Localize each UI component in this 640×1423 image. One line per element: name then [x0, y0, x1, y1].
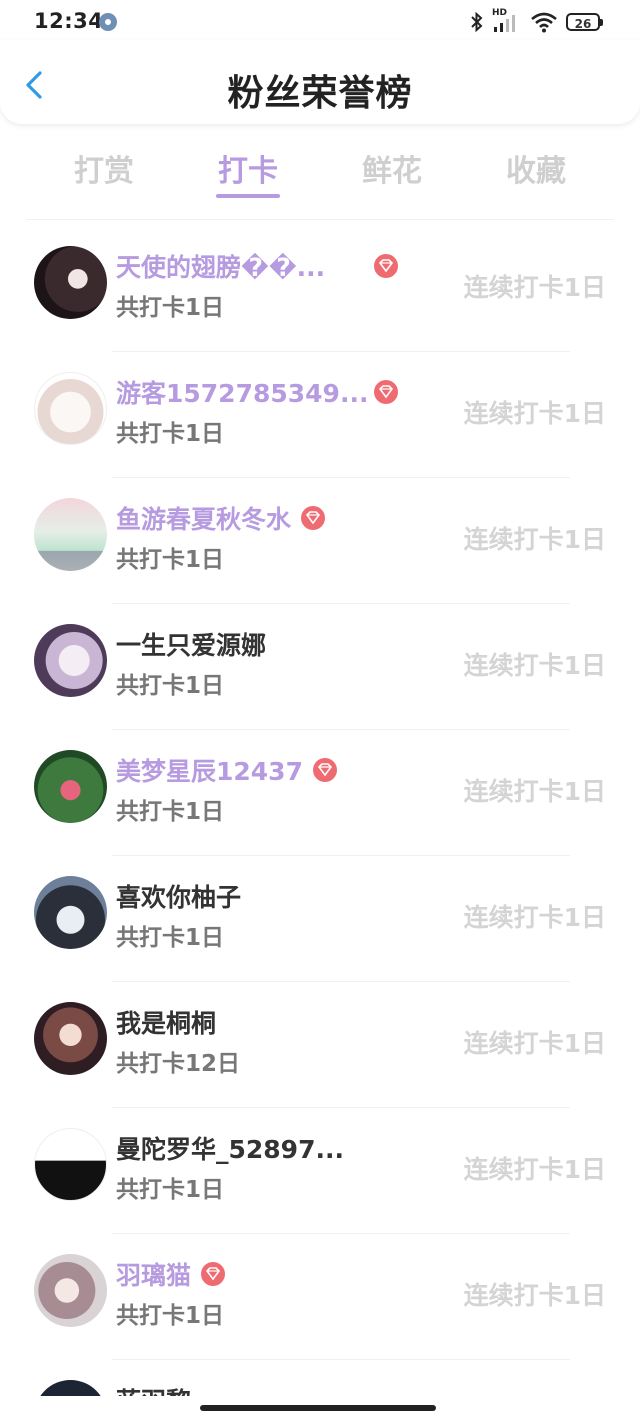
active-tab-indicator	[216, 194, 280, 198]
tab-reward[interactable]: 打赏	[44, 146, 164, 190]
avatar[interactable]	[34, 498, 107, 571]
total-checkins: 共打卡1日	[116, 1177, 225, 1203]
fan-list: 天使的翅膀��... 共打卡1日 连续打卡1日 游客1572785349... …	[0, 226, 640, 1406]
settings-gear-icon	[99, 13, 117, 31]
diamond-icon	[374, 380, 398, 404]
streak-checkins: 连续打卡1日	[463, 903, 606, 932]
header: 粉丝荣誉榜	[0, 40, 640, 124]
streak-checkins: 连续打卡1日	[463, 1029, 606, 1058]
streak-checkins: 连续打卡1日	[463, 399, 606, 428]
list-item[interactable]: 曼陀罗华_52897... 共打卡1日 连续打卡1日	[0, 1108, 640, 1234]
status-time: 12:34	[34, 9, 104, 33]
page-title: 粉丝荣誉榜	[227, 73, 413, 114]
list-item[interactable]: 美梦星辰12437 共打卡1日 连续打卡1日	[0, 730, 640, 856]
signal-icon: HD	[492, 8, 522, 33]
streak-checkins: 连续打卡1日	[463, 273, 606, 302]
list-item[interactable]: 鱼游春夏秋冬水 共打卡1日 连续打卡1日	[0, 478, 640, 604]
tab-favorites[interactable]: 收藏	[476, 146, 596, 190]
avatar[interactable]	[34, 1254, 107, 1327]
fan-name: 鱼游春夏秋冬水	[116, 505, 292, 534]
tab-flowers[interactable]: 鲜花	[332, 146, 452, 190]
avatar[interactable]	[34, 246, 107, 319]
tab-bar: 打赏 打卡 鲜花 收藏	[0, 140, 640, 210]
bluetooth-icon	[471, 11, 483, 33]
diamond-icon	[374, 254, 398, 278]
list-item[interactable]: 喜欢你柚子 共打卡1日 连续打卡1日	[0, 856, 640, 982]
fan-name: 天使的翅膀��...	[116, 253, 326, 282]
avatar[interactable]	[34, 1002, 107, 1075]
avatar[interactable]	[34, 372, 107, 445]
fan-name: 我是桐桐	[116, 1009, 217, 1038]
list-item[interactable]: 一生只爱源娜 共打卡1日 连续打卡1日	[0, 604, 640, 730]
wifi-icon	[531, 12, 557, 33]
total-checkins: 共打卡1日	[116, 421, 225, 447]
list-item[interactable]: 游客1572785349... 共打卡1日 连续打卡1日	[0, 352, 640, 478]
fan-name: 羽璃猫	[116, 1261, 192, 1290]
list-item[interactable]: 羽璃猫 共打卡1日 连续打卡1日	[0, 1234, 640, 1360]
divider	[26, 219, 614, 220]
fan-name: 游客1572785349...	[116, 379, 369, 408]
total-checkins: 共打卡1日	[116, 295, 225, 321]
battery-icon: 26	[566, 13, 603, 31]
diamond-icon	[201, 1262, 226, 1286]
streak-checkins: 连续打卡1日	[463, 1155, 606, 1184]
status-icons: HD 26	[470, 8, 603, 34]
total-checkins: 共打卡1日	[116, 547, 225, 573]
avatar[interactable]	[34, 750, 107, 823]
diamond-icon	[301, 506, 326, 530]
home-indicator[interactable]	[200, 1405, 436, 1411]
total-checkins: 共打卡1日	[116, 673, 225, 699]
streak-checkins: 连续打卡1日	[463, 525, 606, 554]
fan-name: 喜欢你柚子	[116, 883, 242, 912]
avatar[interactable]	[34, 876, 107, 949]
streak-checkins: 连续打卡1日	[463, 1281, 606, 1310]
list-item[interactable]: 天使的翅膀��... 共打卡1日 连续打卡1日	[0, 226, 640, 352]
fan-name: 一生只爱源娜	[116, 631, 267, 660]
total-checkins: 共打卡1日	[116, 1303, 225, 1329]
fan-name: 美梦星辰12437	[116, 757, 303, 786]
list-item[interactable]: 我是桐桐 共打卡12日 连续打卡1日	[0, 982, 640, 1108]
fan-name: 曼陀罗华_52897...	[116, 1135, 344, 1164]
tab-checkin[interactable]: 打卡	[188, 146, 308, 190]
total-checkins: 共打卡12日	[116, 1051, 241, 1077]
total-checkins: 共打卡1日	[116, 799, 225, 825]
avatar[interactable]	[34, 624, 107, 697]
total-checkins: 共打卡1日	[116, 925, 225, 951]
diamond-icon	[312, 758, 337, 782]
avatar[interactable]	[34, 1128, 107, 1201]
streak-checkins: 连续打卡1日	[463, 777, 606, 806]
streak-checkins: 连续打卡1日	[463, 651, 606, 680]
